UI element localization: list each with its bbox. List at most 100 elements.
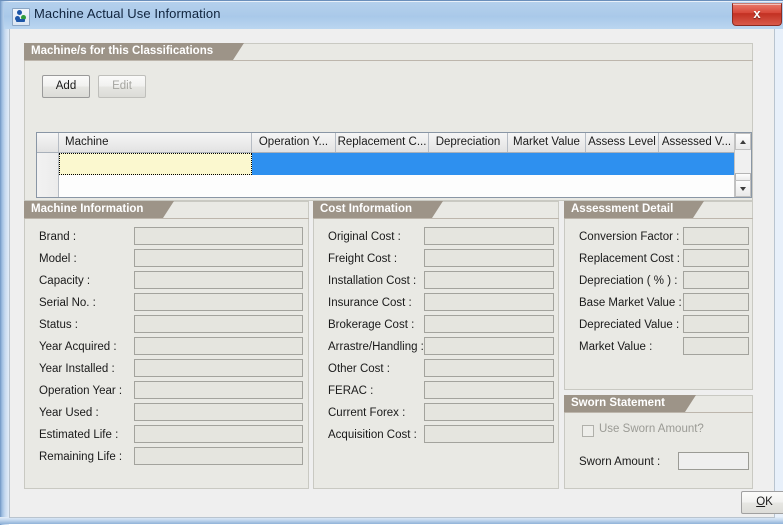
grid-col-machine[interactable]: Machine bbox=[59, 133, 252, 152]
add-button[interactable]: Add bbox=[42, 75, 90, 98]
label-year-used: Year Used : bbox=[39, 407, 99, 419]
label-sworn-amount: Sworn Amount : bbox=[579, 456, 661, 468]
label-replacement-cost: Replacement Cost : bbox=[579, 253, 680, 265]
close-icon: x bbox=[753, 6, 761, 21]
label-arrastre-handling: Arrastre/Handling : bbox=[328, 341, 424, 353]
label-brokerage-cost: Brokerage Cost : bbox=[328, 319, 415, 331]
window-title: Machine Actual Use Information bbox=[34, 6, 221, 21]
label-year-acquired: Year Acquired : bbox=[39, 341, 117, 353]
sworn-statement-header: Sworn Statement bbox=[564, 395, 696, 412]
label-estimated-life: Estimated Life : bbox=[39, 429, 119, 441]
panel-header-rule bbox=[24, 218, 309, 219]
grid-cell-machine-focused[interactable] bbox=[59, 153, 252, 175]
scroll-down-icon[interactable] bbox=[735, 180, 751, 197]
field-current-forex[interactable] bbox=[424, 403, 554, 421]
field-status[interactable] bbox=[134, 315, 303, 333]
label-market-value: Market Value : bbox=[579, 341, 653, 353]
label-serial-no: Serial No. : bbox=[39, 297, 96, 309]
grid-row-header-column bbox=[37, 153, 59, 197]
field-replacement-cost[interactable] bbox=[683, 249, 749, 267]
label-capacity: Capacity : bbox=[39, 275, 91, 287]
grid-cell-selection[interactable] bbox=[252, 153, 751, 175]
field-remaining-life[interactable] bbox=[134, 447, 303, 465]
label-base-market-value: Base Market Value : bbox=[579, 297, 682, 309]
field-brand[interactable] bbox=[134, 227, 303, 245]
field-freight-cost[interactable] bbox=[424, 249, 554, 267]
label-model: Model : bbox=[39, 253, 77, 265]
label-original-cost: Original Cost : bbox=[328, 231, 401, 243]
label-acquisition-cost: Acquisition Cost : bbox=[328, 429, 417, 441]
label-other-cost: Other Cost : bbox=[328, 363, 390, 375]
field-original-cost[interactable] bbox=[424, 227, 554, 245]
machine-information-header: Machine Information bbox=[24, 201, 175, 218]
grid-corner-cell bbox=[37, 133, 59, 152]
machines-grid[interactable]: Machine Operation Y... Replacement C... … bbox=[36, 132, 752, 198]
field-depreciation-pct[interactable] bbox=[683, 271, 749, 289]
close-button[interactable]: x bbox=[732, 3, 782, 26]
label-depreciated-value: Depreciated Value : bbox=[579, 319, 680, 331]
label-installation-cost: Installation Cost : bbox=[328, 275, 417, 287]
label-status: Status : bbox=[39, 319, 78, 331]
scroll-up-icon[interactable] bbox=[735, 133, 751, 150]
field-sworn-amount[interactable] bbox=[678, 452, 749, 470]
grid-col-replacement-cost[interactable]: Replacement C... bbox=[336, 133, 429, 152]
assessment-detail-header: Assessment Detail bbox=[564, 201, 705, 218]
label-current-forex: Current Forex : bbox=[328, 407, 406, 419]
field-ferac[interactable] bbox=[424, 381, 554, 399]
field-base-market-value[interactable] bbox=[683, 293, 749, 311]
ok-button[interactable]: OK bbox=[741, 491, 783, 514]
title-bar[interactable]: Machine Actual Use Information x bbox=[4, 2, 783, 29]
label-insurance-cost: Insurance Cost : bbox=[328, 297, 412, 309]
field-year-used[interactable] bbox=[134, 403, 303, 421]
cost-information-panel: Cost Information Original Cost : Freight… bbox=[313, 201, 559, 489]
network-people-icon bbox=[12, 8, 30, 26]
field-year-installed[interactable] bbox=[134, 359, 303, 377]
grid-col-depreciation[interactable]: Depreciation bbox=[429, 133, 508, 152]
label-operation-year: Operation Year : bbox=[39, 385, 123, 397]
grid-vertical-scrollbar[interactable] bbox=[734, 133, 751, 197]
edit-button[interactable]: Edit bbox=[98, 75, 146, 98]
field-capacity[interactable] bbox=[134, 271, 303, 289]
field-arrastre-handling[interactable] bbox=[424, 337, 554, 355]
grid-col-market-value[interactable]: Market Value bbox=[508, 133, 586, 152]
field-depreciated-value[interactable] bbox=[683, 315, 749, 333]
assessment-detail-panel: Assessment Detail Conversion Factor : Re… bbox=[564, 201, 753, 390]
field-serial-no[interactable] bbox=[134, 293, 303, 311]
field-insurance-cost[interactable] bbox=[424, 293, 554, 311]
panel-header-rule bbox=[564, 412, 753, 413]
field-market-value[interactable] bbox=[683, 337, 749, 355]
field-estimated-life[interactable] bbox=[134, 425, 303, 443]
field-year-acquired[interactable] bbox=[134, 337, 303, 355]
label-year-installed: Year Installed : bbox=[39, 363, 115, 375]
grid-rows-area bbox=[59, 153, 751, 197]
field-brokerage-cost[interactable] bbox=[424, 315, 554, 333]
label-brand: Brand : bbox=[39, 231, 77, 243]
application-window: Machine Actual Use Information x Machine… bbox=[0, 0, 783, 525]
panel-header-rule bbox=[24, 60, 753, 61]
cost-information-header: Cost Information bbox=[313, 201, 443, 218]
grid-header-row: Machine Operation Y... Replacement C... … bbox=[37, 133, 751, 153]
field-other-cost[interactable] bbox=[424, 359, 554, 377]
panel-header-rule bbox=[313, 218, 559, 219]
field-model[interactable] bbox=[134, 249, 303, 267]
classifications-panel-header: Machine/s for this Classifications bbox=[24, 43, 245, 60]
grid-body bbox=[37, 153, 751, 197]
label-ferac: FERAC : bbox=[328, 385, 374, 397]
field-operation-year[interactable] bbox=[134, 381, 303, 399]
panel-header-rule bbox=[564, 218, 753, 219]
field-acquisition-cost[interactable] bbox=[424, 425, 554, 443]
checkbox-icon[interactable] bbox=[582, 425, 594, 437]
label-depreciation-pct: Depreciation ( % ) : bbox=[579, 275, 678, 287]
table-row[interactable] bbox=[59, 153, 751, 175]
label-freight-cost: Freight Cost : bbox=[328, 253, 398, 265]
grid-col-assess-level[interactable]: Assess Level bbox=[586, 133, 659, 152]
label-conversion-factor: Conversion Factor : bbox=[579, 231, 680, 243]
window-border-left bbox=[0, 1, 9, 525]
grid-col-assessed-value[interactable]: Assessed V... bbox=[659, 133, 735, 152]
grid-col-operation-year[interactable]: Operation Y... bbox=[252, 133, 336, 152]
sworn-statement-panel: Sworn Statement Use Sworn Amount? Sworn … bbox=[564, 395, 753, 489]
field-installation-cost[interactable] bbox=[424, 271, 554, 289]
ok-button-label: OK bbox=[756, 496, 773, 508]
field-conversion-factor[interactable] bbox=[683, 227, 749, 245]
label-remaining-life: Remaining Life : bbox=[39, 451, 123, 463]
